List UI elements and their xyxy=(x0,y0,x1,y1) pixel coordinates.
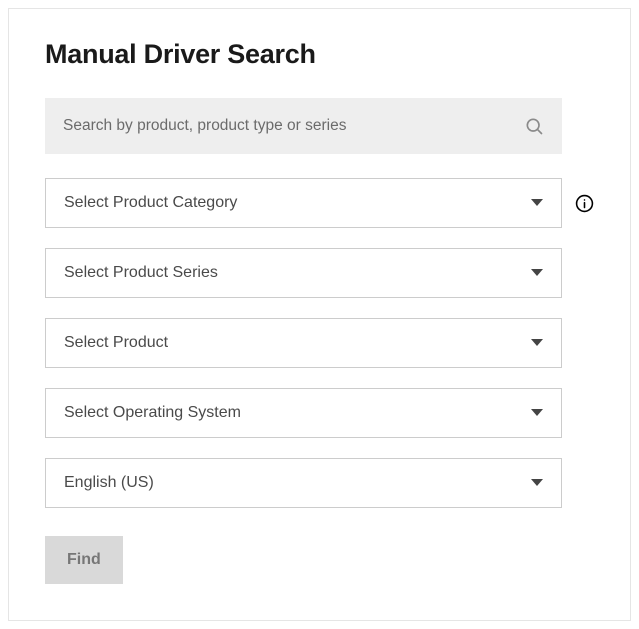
info-icon[interactable] xyxy=(574,193,594,213)
dropdown-label: Select Product Category xyxy=(64,194,237,212)
caret-down-icon xyxy=(531,199,543,207)
find-button[interactable]: Find xyxy=(45,536,123,584)
dropdown-row-os: Select Operating System xyxy=(45,388,594,438)
caret-down-icon xyxy=(531,409,543,417)
search-input[interactable] xyxy=(63,117,524,135)
search-icon[interactable] xyxy=(524,116,544,136)
dropdown-row-series: Select Product Series xyxy=(45,248,594,298)
dropdown-row-language: English (US) xyxy=(45,458,594,508)
caret-down-icon xyxy=(531,269,543,277)
driver-search-card: Manual Driver Search Select Product Cate… xyxy=(8,8,631,621)
product-category-select[interactable]: Select Product Category xyxy=(45,178,562,228)
search-box[interactable] xyxy=(45,98,562,154)
operating-system-select[interactable]: Select Operating System xyxy=(45,388,562,438)
dropdown-row-product: Select Product xyxy=(45,318,594,368)
caret-down-icon xyxy=(531,479,543,487)
dropdown-label: English (US) xyxy=(64,474,154,492)
dropdown-row-category: Select Product Category xyxy=(45,178,594,228)
dropdown-label: Select Operating System xyxy=(64,404,241,422)
language-select[interactable]: English (US) xyxy=(45,458,562,508)
caret-down-icon xyxy=(531,339,543,347)
product-series-select[interactable]: Select Product Series xyxy=(45,248,562,298)
dropdown-label: Select Product Series xyxy=(64,264,218,282)
page-title: Manual Driver Search xyxy=(45,39,594,70)
dropdown-label: Select Product xyxy=(64,334,168,352)
product-select[interactable]: Select Product xyxy=(45,318,562,368)
